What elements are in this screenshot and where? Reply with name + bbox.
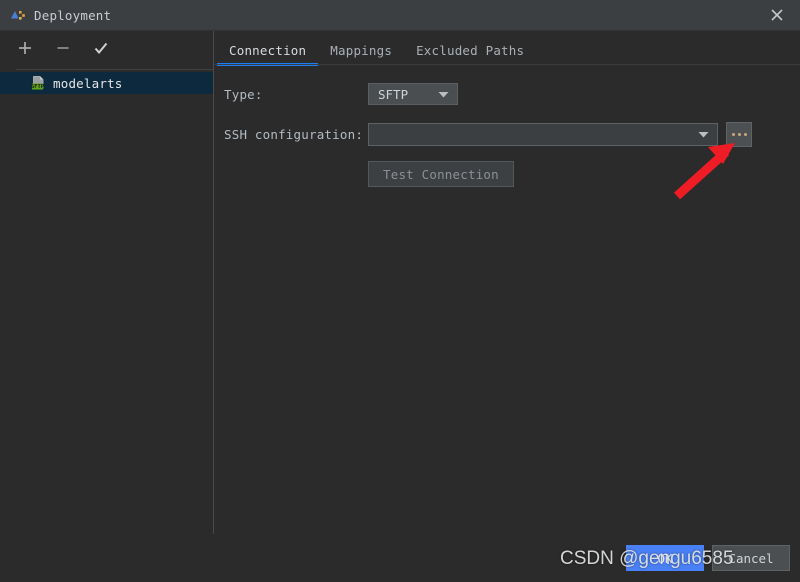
dialog-footer: OK Cancel <box>0 534 800 582</box>
tab-mappings[interactable]: Mappings <box>318 43 404 65</box>
chevron-down-icon <box>698 127 709 142</box>
connection-form: Type: SFTP SSH configuration: Test Conne… <box>214 65 800 201</box>
close-icon[interactable] <box>754 0 800 30</box>
ssh-configuration-row: SSH configuration: <box>224 121 800 147</box>
window-title: Deployment <box>34 7 112 23</box>
ellipsis-icon <box>731 132 735 136</box>
test-connection-button[interactable]: Test Connection <box>368 161 514 187</box>
ellipsis-icon <box>743 132 747 136</box>
titlebar: Deployment <box>0 0 800 31</box>
cancel-button[interactable]: Cancel <box>712 545 790 571</box>
cancel-button-label: Cancel <box>728 550 774 566</box>
tab-excluded-paths-label: Excluded Paths <box>416 43 525 58</box>
connection-pane: Connection Mappings Excluded Paths Type:… <box>214 31 800 534</box>
server-list-toolbar <box>0 31 213 65</box>
server-list-filler <box>0 486 213 534</box>
test-connection-row: Test Connection <box>224 161 800 187</box>
type-select[interactable]: SFTP <box>368 83 458 105</box>
minus-icon[interactable] <box>54 39 72 57</box>
ssh-configuration-select[interactable] <box>368 122 718 146</box>
tab-bar: Connection Mappings Excluded Paths <box>214 31 800 66</box>
deployment-dialog: Deployment SFTP modelarts Connection Map… <box>0 0 800 582</box>
check-icon[interactable] <box>92 39 110 57</box>
tab-connection-label: Connection <box>229 43 307 58</box>
server-list-pane: SFTP modelarts <box>0 31 214 534</box>
ssh-configuration-browse-button[interactable] <box>726 121 752 147</box>
type-label: Type: <box>224 86 263 102</box>
type-select-value: SFTP <box>378 86 409 102</box>
server-list: SFTP modelarts <box>0 70 213 486</box>
ssh-configuration-label: SSH configuration: <box>224 126 364 142</box>
list-item[interactable]: SFTP modelarts <box>0 72 213 94</box>
ok-button-label: OK <box>657 550 673 566</box>
tab-connection[interactable]: Connection <box>217 43 319 66</box>
svg-text:SFTP: SFTP <box>31 84 45 90</box>
chevron-down-icon <box>438 87 449 102</box>
list-item-label: modelarts <box>53 75 123 91</box>
tab-mappings-label: Mappings <box>330 43 393 58</box>
ellipsis-icon <box>737 132 741 136</box>
type-row: Type: SFTP <box>224 81 800 107</box>
plus-icon[interactable] <box>16 39 34 57</box>
sftp-file-icon: SFTP <box>30 75 46 91</box>
ok-button[interactable]: OK <box>626 545 704 571</box>
deployment-icon <box>10 7 26 23</box>
dialog-body: SFTP modelarts Connection Mappings Exclu… <box>0 31 800 534</box>
tab-excluded-paths[interactable]: Excluded Paths <box>404 43 536 65</box>
test-connection-label: Test Connection <box>383 166 499 182</box>
